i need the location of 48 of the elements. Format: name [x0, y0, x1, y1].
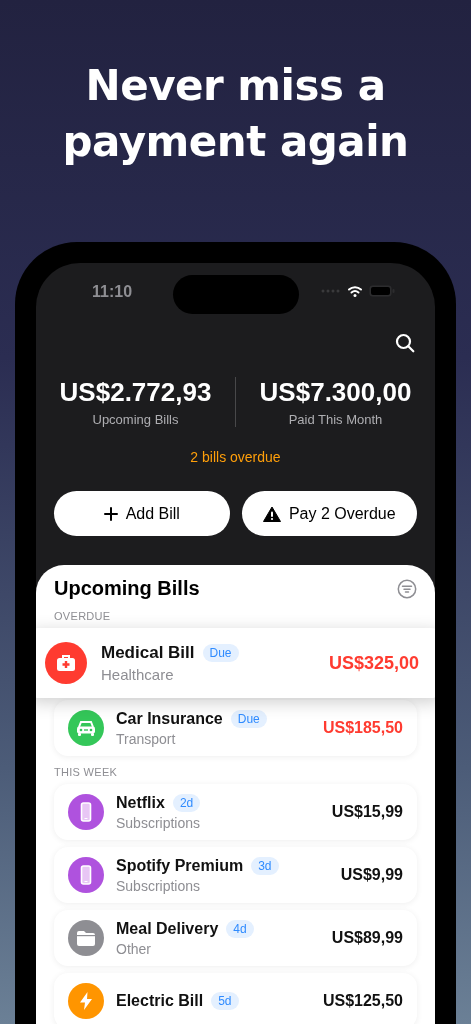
due-badge: 2d — [172, 793, 201, 812]
bill-name: Electric Bill — [116, 992, 204, 1010]
bill-name: Spotify Premium — [116, 856, 244, 875]
pay-overdue-button[interactable]: Pay 2 Overdue — [241, 491, 417, 536]
bill-name: Netflix — [116, 793, 165, 812]
bill-card[interactable]: Spotify Premium 3d Subscriptions US$9,99 — [54, 847, 417, 903]
filter-icon[interactable] — [397, 578, 417, 599]
bill-card[interactable]: Meal Delivery 4d Other US$89,99 — [54, 910, 417, 966]
summary-label: Paid This Month — [288, 412, 383, 427]
bill-amount: US$325,00 — [328, 652, 419, 674]
bill-name: Medical Bill — [101, 643, 195, 663]
bill-card[interactable]: Medical Bill Due Healthcare US$325,00 — [36, 628, 435, 698]
bill-category: Transport — [116, 730, 177, 747]
due-badge: 4d — [226, 919, 254, 938]
bill-card[interactable]: Car Insurance Due Transport US$185,50 — [54, 700, 417, 756]
warning-icon — [262, 505, 281, 522]
bill-amount: US$125,50 — [322, 992, 403, 1010]
due-badge: 5d — [211, 992, 239, 1010]
section-heading: OVERDUE — [54, 610, 112, 622]
signal-icon — [321, 288, 341, 294]
bill-category: Subscriptions — [116, 814, 202, 831]
wifi-icon — [347, 285, 363, 297]
battery-icon — [369, 285, 395, 297]
headline: Never miss a payment again — [61, 60, 410, 168]
bill-card[interactable]: Netflix 2d Subscriptions US$15,99 — [54, 784, 417, 840]
search-icon[interactable] — [395, 333, 415, 353]
bill-category: Subscriptions — [116, 877, 202, 894]
summary-amount: US$2.772,93 — [59, 377, 212, 408]
summary-amount: US$7.300,00 — [259, 377, 412, 408]
bill-amount: US$185,50 — [322, 719, 403, 737]
overdue-notice: 2 bills overdue — [189, 449, 282, 465]
bill-amount: US$89,99 — [331, 929, 403, 947]
plus-icon — [103, 506, 118, 521]
due-badge: Due — [230, 709, 267, 728]
bill-amount: US$9,99 — [340, 866, 403, 884]
bill-name: Car Insurance — [116, 709, 223, 728]
bill-category: Other — [116, 940, 152, 957]
section-heading: THIS WEEK — [54, 766, 119, 778]
bill-name: Meal Delivery — [116, 919, 219, 938]
bill-card[interactable]: Electric Bill 5d US$125,50 — [54, 973, 417, 1024]
due-badge: Due — [202, 644, 239, 662]
bill-category: Healthcare — [101, 666, 175, 683]
summary-label: Upcoming Bills — [92, 412, 179, 427]
status-time: 11:10 — [92, 283, 133, 301]
due-badge: 3d — [251, 856, 279, 875]
add-bill-button[interactable]: Add Bill — [54, 491, 230, 536]
panel-title: Upcoming Bills — [54, 577, 200, 600]
bill-amount: US$15,99 — [331, 803, 403, 821]
